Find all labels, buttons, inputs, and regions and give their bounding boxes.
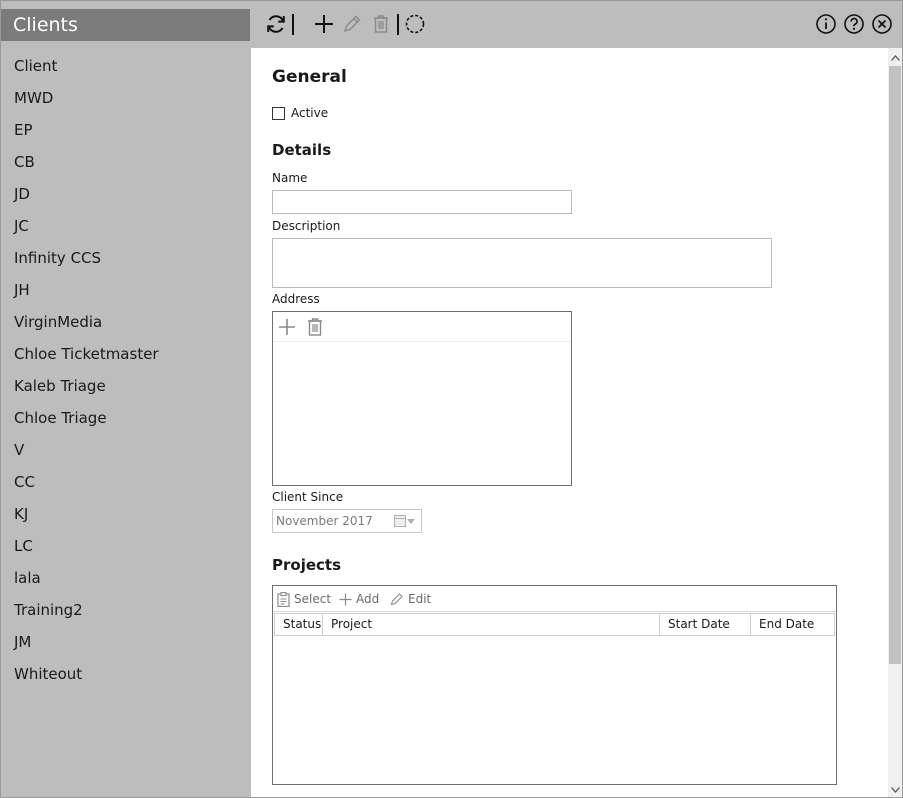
chevron-down-icon[interactable]: [407, 519, 415, 524]
add-icon: [339, 593, 352, 606]
clipboard-icon: [277, 591, 290, 607]
add-project-button[interactable]: Add: [339, 590, 379, 608]
info-icon[interactable]: [814, 12, 838, 36]
clients-sidebar: Clients Client MWD EP CB JD JC Infinity CCS JH V…: [1, 1, 251, 797]
sidebar-title: Clients: [1, 9, 250, 41]
app-window: Clients Client MWD EP CB JD JC Infinity CCS JH V…: [0, 0, 903, 798]
circle-dashed-icon[interactable]: [403, 12, 427, 36]
name-label: Name: [272, 171, 308, 185]
details-heading: Details: [272, 141, 332, 159]
delete-address-icon[interactable]: [306, 317, 324, 337]
column-header-project[interactable]: Project: [323, 614, 660, 635]
add-label: Add: [356, 592, 380, 606]
client-item-lc[interactable]: LC: [1, 530, 251, 562]
address-toolbar: [273, 312, 571, 342]
client-item-kj[interactable]: KJ: [1, 498, 251, 530]
client-item-chloe-ticketmaster[interactable]: Chloe Ticketmaster: [1, 338, 251, 370]
add-icon[interactable]: [312, 12, 336, 36]
client-item-ep[interactable]: EP: [1, 114, 251, 146]
client-list: Client MWD EP CB JD JC Infinity CCS JH VirginMed…: [1, 50, 251, 690]
address-list: [272, 311, 572, 486]
vertical-scrollbar[interactable]: [888, 48, 902, 797]
edit-label: Edit: [408, 592, 432, 606]
client-since-datepicker[interactable]: November 2017: [272, 509, 422, 533]
projects-grid-header: Status Project Start Date End Date: [274, 613, 835, 636]
help-icon[interactable]: [842, 12, 866, 36]
general-heading: General: [272, 67, 347, 87]
main-toolbar: [251, 1, 902, 48]
active-checkbox[interactable]: [272, 107, 285, 120]
client-item-jd[interactable]: JD: [1, 178, 251, 210]
client-item-cb[interactable]: CB: [1, 146, 251, 178]
edit-project-button[interactable]: Edit: [390, 590, 431, 608]
client-item-whiteout[interactable]: Whiteout: [1, 658, 251, 690]
client-item-infinity-ccs[interactable]: Infinity CCS: [1, 242, 251, 274]
column-header-start-date[interactable]: Start Date: [660, 614, 751, 635]
select-label: Select: [294, 592, 332, 606]
client-item-jh[interactable]: JH: [1, 274, 251, 306]
add-address-icon[interactable]: [278, 318, 296, 336]
client-item-v[interactable]: V: [1, 434, 251, 466]
client-item-client[interactable]: Client: [1, 50, 251, 82]
projects-toolbar: Select Add Edit: [273, 586, 836, 612]
select-project-button[interactable]: Select: [277, 590, 331, 608]
address-label: Address: [272, 292, 320, 306]
toolbar-separator: [292, 14, 294, 35]
description-label: Description: [272, 219, 341, 233]
column-header-end-date[interactable]: End Date: [751, 614, 836, 635]
client-since-value: November 2017: [276, 514, 373, 528]
client-item-jm[interactable]: JM: [1, 626, 251, 658]
projects-grid: Select Add Edit Status Project Start Dat…: [272, 585, 837, 785]
client-item-jc[interactable]: JC: [1, 210, 251, 242]
refresh-icon[interactable]: [264, 12, 288, 36]
client-item-cc[interactable]: CC: [1, 466, 251, 498]
column-header-status[interactable]: Status: [275, 614, 323, 635]
close-icon[interactable]: [870, 12, 894, 36]
client-since-label: Client Since: [272, 490, 344, 504]
delete-icon[interactable]: [369, 12, 393, 36]
edit-icon[interactable]: [340, 12, 364, 36]
toolbar-separator: [397, 14, 399, 35]
edit-icon: [390, 592, 404, 606]
client-item-mwd[interactable]: MWD: [1, 82, 251, 114]
active-label: Active: [291, 106, 329, 120]
calendar-icon[interactable]: [394, 514, 406, 527]
name-field[interactable]: [272, 190, 572, 214]
client-item-virginmedia[interactable]: VirginMedia: [1, 306, 251, 338]
scroll-down-icon[interactable]: [888, 782, 902, 797]
client-item-chloe-triage[interactable]: Chloe Triage: [1, 402, 251, 434]
scroll-up-icon[interactable]: [888, 50, 902, 66]
description-field[interactable]: [272, 238, 772, 288]
scrollbar-thumb[interactable]: [889, 66, 901, 664]
client-item-training2[interactable]: Training2: [1, 594, 251, 626]
client-detail-panel: General Active Details Name Description …: [251, 48, 888, 797]
projects-heading: Projects: [272, 556, 342, 574]
client-item-lala[interactable]: lala: [1, 562, 251, 594]
client-item-kaleb-triage[interactable]: Kaleb Triage: [1, 370, 251, 402]
